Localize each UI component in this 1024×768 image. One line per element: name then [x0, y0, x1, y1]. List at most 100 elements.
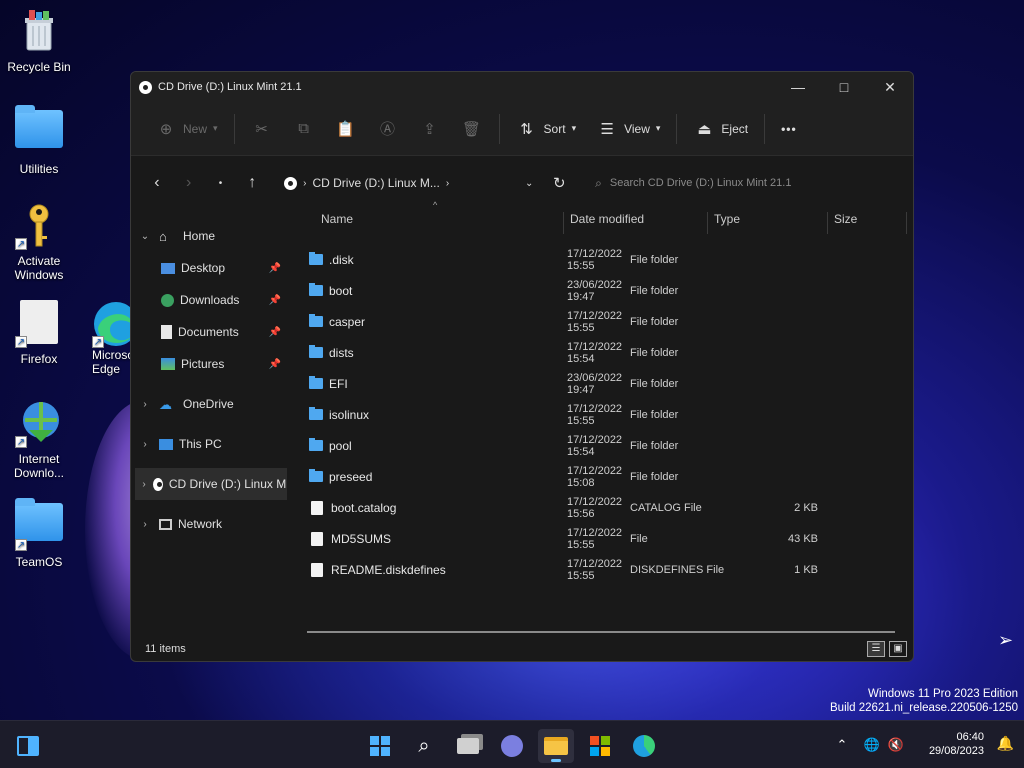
folder-icon: [309, 407, 323, 420]
widgets-button[interactable]: [10, 729, 46, 763]
address-row: ‹ › • ↑ › CD Drive (D:) Linux M... › ⌄ ↻…: [131, 156, 913, 210]
file-row[interactable]: boot 23/06/2022 19:47 File folder: [307, 275, 907, 306]
see-more-button[interactable]: •••: [771, 112, 807, 146]
file-date: 17/12/2022 15:56: [567, 495, 623, 520]
chat-button[interactable]: [494, 729, 530, 763]
pin-icon[interactable]: 📌: [269, 295, 281, 306]
sort-arrows-icon: ⇅: [520, 120, 533, 138]
shortcut-arrow-icon: ↗: [15, 238, 27, 250]
address-bar[interactable]: › CD Drive (D:) Linux M... › ⌄: [276, 168, 539, 198]
pin-icon[interactable]: 📌: [269, 359, 281, 370]
file-rows: .disk 17/12/2022 15:55 File folder boot 23/0…: [307, 244, 907, 585]
file-row[interactable]: isolinux 17/12/2022 15:55 File folder: [307, 399, 907, 430]
search-input[interactable]: ⌕ Search CD Drive (D:) Linux Mint 21.1: [585, 168, 913, 198]
up-button[interactable]: ↑: [236, 174, 268, 192]
search-icon: ⌕: [418, 734, 430, 757]
desktop-icon-internet-download-manager[interactable]: ↗ Internet Downlo...: [1, 400, 77, 480]
chevron-right-icon[interactable]: ›: [446, 178, 449, 189]
file-row[interactable]: README.diskdefines 17/12/2022 15:55 DISKDE…: [307, 554, 907, 585]
horizontal-scrollbar[interactable]: [307, 631, 895, 633]
minimize-button[interactable]: —: [775, 72, 821, 102]
file-name: dists: [329, 345, 354, 360]
cd-drive-icon: [139, 80, 152, 94]
speaker-muted-icon[interactable]: 🔇: [886, 737, 906, 753]
nav-item-cd-drive[interactable]: › CD Drive (D:) Linux Mint 21.1: [135, 468, 287, 500]
file-row[interactable]: EFI 23/06/2022 19:47 File folder: [307, 368, 907, 399]
nav-item-downloads[interactable]: Downloads 📌: [131, 284, 291, 316]
pin-icon[interactable]: 📌: [269, 263, 281, 274]
title-bar[interactable]: CD Drive (D:) Linux Mint 21.1 — □ ✕: [131, 72, 913, 102]
file-name: MD5SUMS: [331, 531, 392, 546]
file-row[interactable]: MD5SUMS 17/12/2022 15:55 File 43 KB: [307, 523, 907, 554]
file-icon: [311, 531, 323, 546]
close-button[interactable]: ✕: [867, 72, 913, 102]
nav-item-this-pc[interactable]: › This PC: [131, 428, 291, 460]
desktop-icon-teamos[interactable]: ↗ TeamOS: [1, 497, 77, 569]
recent-locations-button[interactable]: •: [205, 178, 237, 189]
file-row[interactable]: boot.catalog 17/12/2022 15:56 CATALOG File…: [307, 492, 907, 523]
column-header-name[interactable]: ^ Name: [307, 200, 563, 234]
pin-icon[interactable]: 📌: [269, 327, 281, 338]
cut-button[interactable]: ✂: [241, 112, 283, 146]
eject-button[interactable]: ⏏ Eject: [683, 112, 758, 146]
desktop-icon-utilities[interactable]: Utilities: [1, 104, 77, 176]
notification-icon[interactable]: 🔔: [997, 735, 1014, 752]
file-date: 23/06/2022 19:47: [567, 278, 623, 303]
desktop-icon-activate-windows[interactable]: ↗ Activate Windows: [1, 202, 77, 282]
details-view-button[interactable]: ☰: [867, 641, 885, 657]
paste-button[interactable]: 📋: [325, 112, 367, 146]
nav-item-documents[interactable]: Documents 📌: [131, 316, 291, 348]
forward-button[interactable]: ›: [173, 174, 205, 192]
file-explorer-taskbar-button[interactable]: [538, 729, 574, 763]
column-header-type[interactable]: Type: [707, 212, 827, 234]
file-name: boot.catalog: [331, 500, 397, 515]
command-bar: ⊕ New ▾ ✂ ⧉ 📋 Ⓐ ⇪ 🗑 ⇅ Sort ▾ ☰ View ▾ ⏏ …: [131, 102, 913, 156]
share-button[interactable]: ⇪: [409, 112, 451, 146]
copy-button[interactable]: ⧉: [283, 112, 325, 146]
sort-button[interactable]: ⇅ Sort ▾: [506, 112, 587, 146]
rename-button[interactable]: Ⓐ: [367, 112, 409, 146]
pictures-icon: [161, 358, 175, 370]
file-row[interactable]: preseed 17/12/2022 15:08 File folder: [307, 461, 907, 492]
desktop-icon-recycle-bin[interactable]: Recycle Bin: [1, 8, 77, 74]
refresh-button[interactable]: ↻: [539, 174, 579, 192]
desktop-icon-edge[interactable]: ↗ Microsoft Edge: [78, 300, 138, 376]
file-date: 17/12/2022 15:08: [567, 464, 623, 489]
chevron-up-icon[interactable]: ⌃: [832, 737, 852, 753]
chevron-right-icon: ›: [143, 518, 147, 530]
nav-item-network[interactable]: › Network: [131, 508, 291, 540]
nav-item-desktop[interactable]: Desktop 📌: [131, 252, 291, 284]
language-globe-icon[interactable]: 🌐: [858, 737, 886, 753]
nav-item-pictures[interactable]: Pictures 📌: [131, 348, 291, 380]
nav-item-onedrive[interactable]: › ☁ OneDrive: [131, 388, 291, 420]
column-header-size[interactable]: Size: [827, 212, 907, 234]
column-header-date[interactable]: Date modified: [563, 212, 707, 234]
delete-button[interactable]: 🗑: [451, 112, 493, 146]
trash-icon: 🗑: [462, 120, 482, 138]
large-icons-view-button[interactable]: ▣: [889, 641, 907, 657]
view-button[interactable]: ☰ View ▾: [586, 112, 670, 146]
edge-icon: [633, 735, 655, 757]
new-button[interactable]: ⊕ New ▾: [145, 112, 228, 146]
search-button[interactable]: ⌕: [406, 729, 442, 763]
file-type: File: [630, 532, 648, 545]
file-name: casper: [329, 314, 366, 329]
maximize-button[interactable]: □: [821, 72, 867, 102]
edge-taskbar-button[interactable]: [626, 729, 662, 763]
file-date: 17/12/2022 15:54: [567, 433, 623, 458]
folder-icon: [544, 737, 568, 755]
clock[interactable]: 06:40 29/08/2023: [929, 730, 984, 758]
file-row[interactable]: dists 17/12/2022 15:54 File folder: [307, 337, 907, 368]
desktop-icon-firefox[interactable]: ↗ Firefox: [1, 300, 77, 366]
nav-item-home[interactable]: ⌄ ⌂ Home: [131, 220, 291, 252]
task-view-button[interactable]: [450, 729, 486, 763]
file-row[interactable]: pool 17/12/2022 15:54 File folder: [307, 430, 907, 461]
address-dropdown-button[interactable]: ⌄: [525, 178, 533, 189]
file-row[interactable]: .disk 17/12/2022 15:55 File folder: [307, 244, 907, 275]
start-button[interactable]: [362, 729, 398, 763]
windows-edition-watermark: Windows 11 Pro 2023 Edition Build 22621.…: [830, 688, 1018, 714]
file-row[interactable]: casper 17/12/2022 15:55 File folder: [307, 306, 907, 337]
store-button[interactable]: [582, 729, 618, 763]
document-icon: [161, 325, 172, 339]
back-button[interactable]: ‹: [141, 174, 173, 192]
